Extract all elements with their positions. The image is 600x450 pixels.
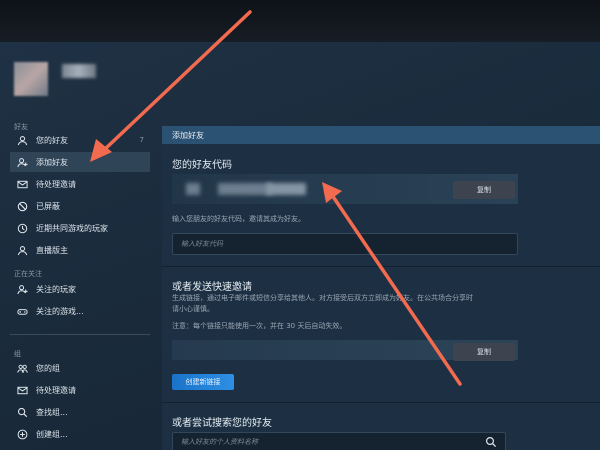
sidebar: 好友 您的好友 7 添加好友 待处理邀请 已屏蔽 近期共同游戏的玩家 直播版主 … [0,0,160,450]
section-divider [162,402,600,403]
sidebar-item-label: 添加好友 [36,157,68,167]
sidebar-item-recent-players[interactable]: 近期共同游戏的玩家 [10,218,150,238]
section-label-following: 正在关注 [14,270,42,278]
sidebar-item-label: 查找组... [36,407,68,417]
quick-invite-note: 注意：每个链接只能使用一次，并在 30 天后自动失效。 [172,322,347,330]
sidebar-item-label: 关注的游戏... [36,306,84,316]
gamepad-icon [16,305,28,317]
quick-invite-description-cont: 请小心谨慎。 [172,305,214,313]
sidebar-item-label: 待处理邀请 [36,179,76,189]
sidebar-item-create-group[interactable]: 创建组... [10,424,150,444]
create-link-button[interactable]: 创建新链接 [172,374,234,390]
sidebar-item-label: 近期共同游戏的玩家 [36,223,108,233]
search-placeholder: 输入好友的个人资料名称 [181,438,258,446]
sidebar-item-add-friend[interactable]: 添加好友 [10,152,150,172]
group-icon [16,362,28,374]
sidebar-item-group-invites[interactable]: 待处理邀请 [10,380,150,400]
search-friends-title: 或者尝试搜索您的好友 [172,418,272,429]
sidebar-item-followed-players[interactable]: 关注的玩家 [10,279,150,299]
add-person-icon [16,283,28,295]
sidebar-item-find-groups[interactable]: 查找组... [10,402,150,422]
sidebar-item-blocked[interactable]: 已屏蔽 [10,196,150,216]
friend-code-hint: 输入您朋友的好友代码，邀请其成为好友。 [172,215,305,223]
sidebar-item-label: 已屏蔽 [36,201,60,211]
search-icon [16,406,28,418]
copy-code-button[interactable]: 复制 [453,181,515,199]
friend-code-blurred [266,183,306,195]
clock-icon [16,222,28,234]
friend-code-blurred [186,183,200,195]
sidebar-item-your-groups[interactable]: 您的组 [10,358,150,378]
sidebar-item-label: 您的组 [36,363,60,373]
sidebar-item-pending-invites[interactable]: 待处理邀请 [10,174,150,194]
section-divider [162,266,600,267]
search-icon[interactable] [485,436,497,448]
friend-code-input[interactable]: 输入好友代码 [172,233,518,255]
copy-link-button[interactable]: 复制 [453,343,515,361]
sidebar-item-label: 关注的玩家 [36,284,76,294]
search-friends-input[interactable]: 输入好友的个人资料名称 [172,432,506,450]
quick-invite-description: 生成链接，通过电子邮件或短信分享给其他人。对方接受后双方立即成为好友。在公共场合… [172,294,473,302]
sidebar-item-label: 直播版主 [36,245,68,255]
person-icon [16,134,28,146]
friends-count: 7 [139,136,144,144]
friend-code-title: 您的好友代码 [172,160,232,171]
sidebar-item-followed-games[interactable]: 关注的游戏... [10,301,150,321]
sidebar-item-stream-moderators[interactable]: 直播版主 [10,240,150,260]
add-person-icon [16,156,28,168]
block-icon [16,200,28,212]
panel-header: 添加好友 [162,126,600,144]
sidebar-item-label: 您的好友 [36,135,68,145]
person-icon [16,244,28,256]
add-friend-panel: 添加好友 您的好友代码 复制 输入您朋友的好友代码，邀请其成为好友。 输入好友代… [162,126,600,450]
mail-icon [16,384,28,396]
sidebar-divider [10,334,150,335]
plus-icon [16,428,28,440]
sidebar-item-label: 创建组... [36,429,68,439]
quick-invite-title: 或者发送快速邀请 [172,282,252,293]
friend-code-blurred [218,183,272,195]
sidebar-item-label: 待处理邀请 [36,385,76,395]
mail-icon [16,178,28,190]
sidebar-item-your-friends[interactable]: 您的好友 7 [10,130,150,150]
